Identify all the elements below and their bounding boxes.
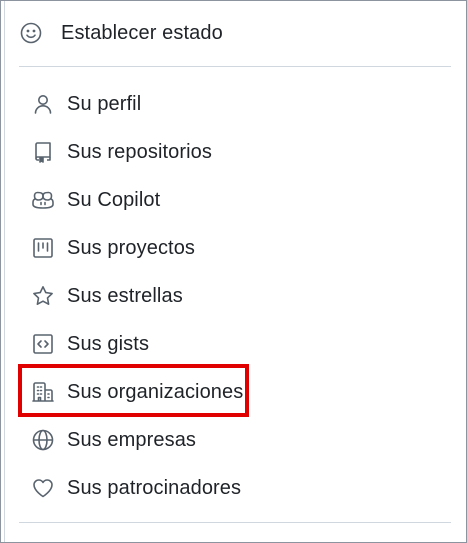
star-icon	[31, 284, 55, 308]
person-icon	[31, 92, 55, 116]
menu-item-label: Sus organizaciones	[67, 380, 244, 403]
organization-icon	[31, 380, 55, 404]
menu-item-projects[interactable]: Sus proyectos	[19, 224, 451, 272]
panel-edge	[4, 1, 5, 542]
set-status-label: Establecer estado	[61, 21, 223, 44]
menu-item-stars[interactable]: Sus estrellas	[19, 272, 451, 320]
menu-item-gists[interactable]: Sus gists	[19, 320, 451, 368]
set-status-button[interactable]: Establecer estado	[19, 11, 223, 55]
menu-divider-bottom	[19, 522, 451, 523]
menu-item-organizations[interactable]: Sus organizaciones	[19, 368, 451, 416]
account-menu-panel: Establecer estado Su perfil Sus reposito…	[0, 0, 467, 543]
menu-item-profile[interactable]: Su perfil	[19, 80, 451, 128]
heart-icon	[31, 476, 55, 500]
menu-item-label: Sus repositorios	[67, 140, 212, 163]
menu-item-enterprises[interactable]: Sus empresas	[19, 416, 451, 464]
menu-item-sponsors[interactable]: Sus patrocinadores	[19, 464, 451, 512]
repo-icon	[31, 140, 55, 164]
menu-item-label: Su perfil	[67, 92, 142, 115]
menu-item-copilot[interactable]: Su Copilot	[19, 176, 451, 224]
account-menu-list: Su perfil Sus repositorios Su Copilot Su…	[19, 80, 451, 512]
menu-item-label: Sus proyectos	[67, 236, 196, 259]
menu-item-label: Sus empresas	[67, 428, 197, 451]
copilot-icon	[31, 188, 55, 212]
menu-item-label: Su Copilot	[67, 188, 161, 211]
menu-item-label: Sus estrellas	[67, 284, 183, 307]
code-square-icon	[31, 332, 55, 356]
project-icon	[31, 236, 55, 260]
menu-item-label: Sus gists	[67, 332, 150, 355]
menu-item-label: Sus patrocinadores	[67, 476, 242, 499]
globe-icon	[31, 428, 55, 452]
menu-divider-top	[19, 66, 451, 67]
menu-item-repositories[interactable]: Sus repositorios	[19, 128, 451, 176]
smiley-icon	[19, 21, 43, 45]
